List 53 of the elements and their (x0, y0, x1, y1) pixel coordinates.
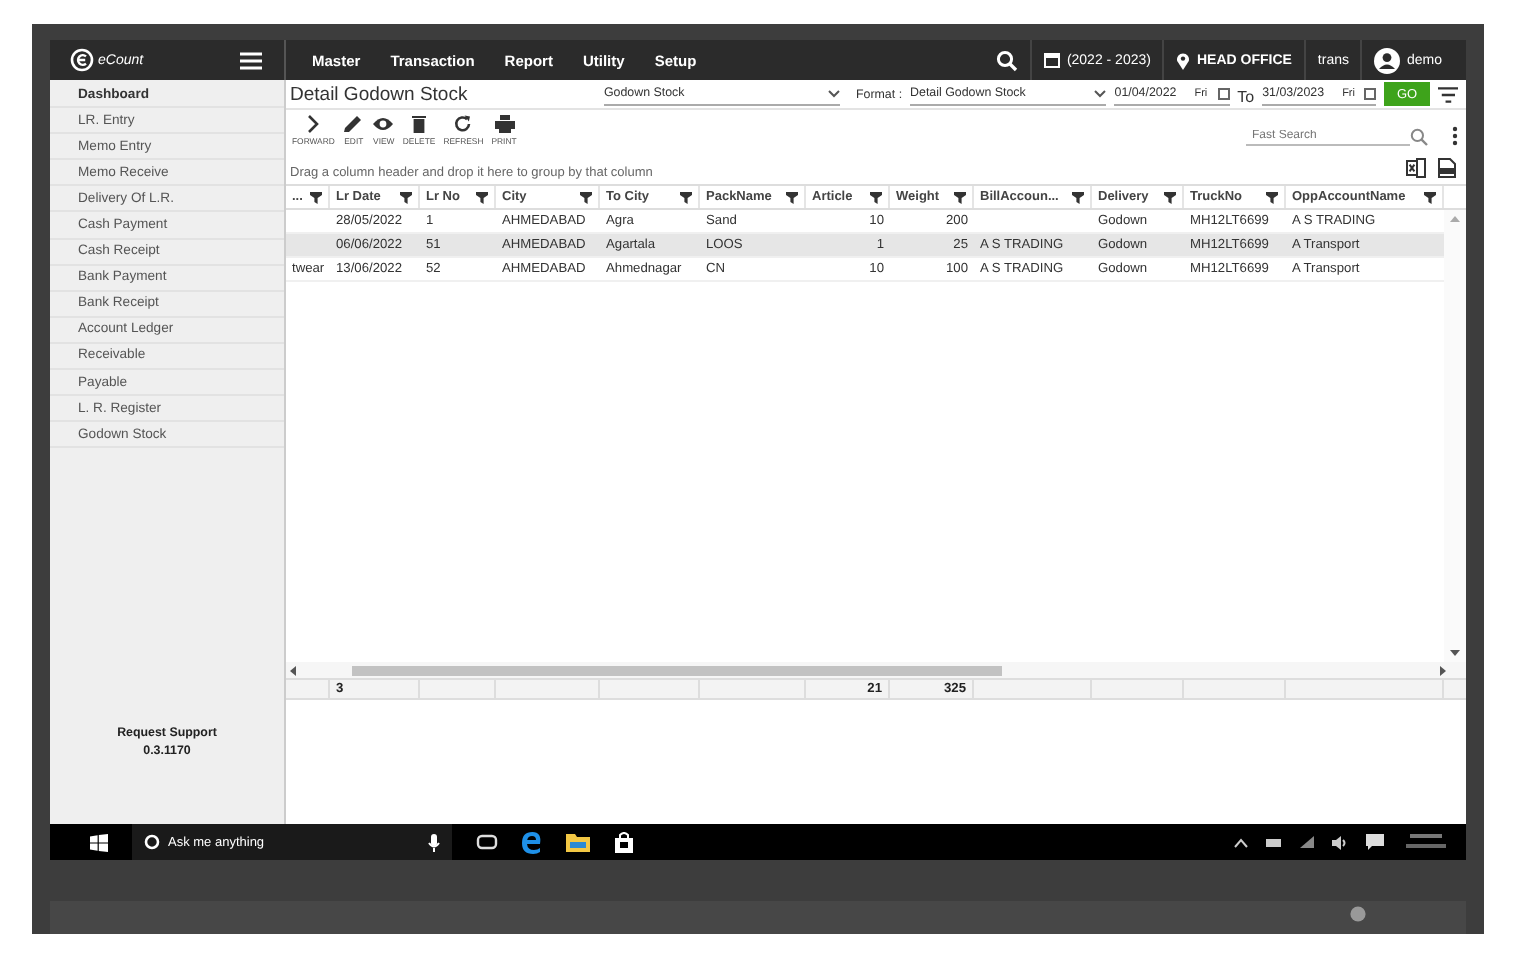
scroll-left-icon[interactable] (290, 665, 296, 675)
filter-icon[interactable] (580, 191, 592, 203)
filter-icon[interactable] (954, 191, 966, 203)
clock-drawing[interactable] (1402, 832, 1450, 852)
folder-icon[interactable] (566, 832, 590, 852)
power-button-icon[interactable] (1350, 906, 1366, 922)
excel-export-icon[interactable] (1406, 158, 1426, 178)
filter-icon[interactable] (870, 191, 882, 203)
task-view-icon[interactable] (476, 834, 498, 850)
filter-icon[interactable] (310, 191, 322, 203)
filter-icon[interactable] (1437, 85, 1458, 103)
speaker-icon[interactable] (1332, 835, 1348, 849)
scroll-down-icon[interactable] (1450, 650, 1460, 656)
printer-icon (493, 114, 515, 134)
cortana-circle-icon (144, 834, 160, 850)
logo-icon (70, 48, 94, 72)
notification-icon[interactable] (1366, 834, 1384, 850)
vertical-scrollbar[interactable] (1444, 210, 1466, 662)
chevron-up-icon[interactable] (1234, 837, 1248, 847)
filter-icon[interactable] (1424, 191, 1436, 203)
eye-icon (372, 114, 395, 134)
filter-icon[interactable] (1164, 191, 1176, 203)
filter-icon[interactable] (400, 191, 412, 203)
signal-icon[interactable] (1300, 836, 1314, 848)
calendar-icon (1044, 52, 1061, 68)
filter-icon[interactable] (680, 191, 692, 203)
microphone-icon[interactable] (428, 833, 440, 851)
to-label: To (1237, 88, 1255, 106)
battery-icon[interactable] (1266, 837, 1282, 847)
calendar-icon (1364, 87, 1377, 99)
caret-icon (1094, 89, 1107, 97)
windows-logo-icon[interactable] (90, 833, 108, 851)
pencil-icon (342, 114, 365, 134)
browser-e-icon[interactable] (522, 831, 542, 853)
trash-icon (408, 114, 431, 134)
more-options-icon[interactable] (1452, 126, 1458, 146)
scroll-right-icon[interactable] (1440, 665, 1446, 675)
user-avatar-icon (1374, 47, 1401, 73)
shopping-bag-icon[interactable] (614, 831, 634, 853)
filter-icon[interactable] (1266, 191, 1278, 203)
filter-icon[interactable] (786, 191, 798, 203)
search-icon (1410, 127, 1428, 145)
horizontal-scrollbar[interactable] (286, 662, 1466, 678)
calendar-icon (1217, 87, 1230, 99)
location-pin-icon (1176, 51, 1191, 69)
menu-icon[interactable] (240, 51, 262, 69)
filter-icon[interactable] (476, 191, 488, 203)
filter-icon[interactable] (1072, 191, 1084, 203)
caret-icon (828, 89, 840, 97)
page-title: Detail Godown Stock (290, 83, 470, 105)
pdf-export-icon[interactable] (1438, 158, 1456, 178)
refresh-icon (452, 114, 475, 134)
search-icon[interactable] (996, 49, 1019, 71)
